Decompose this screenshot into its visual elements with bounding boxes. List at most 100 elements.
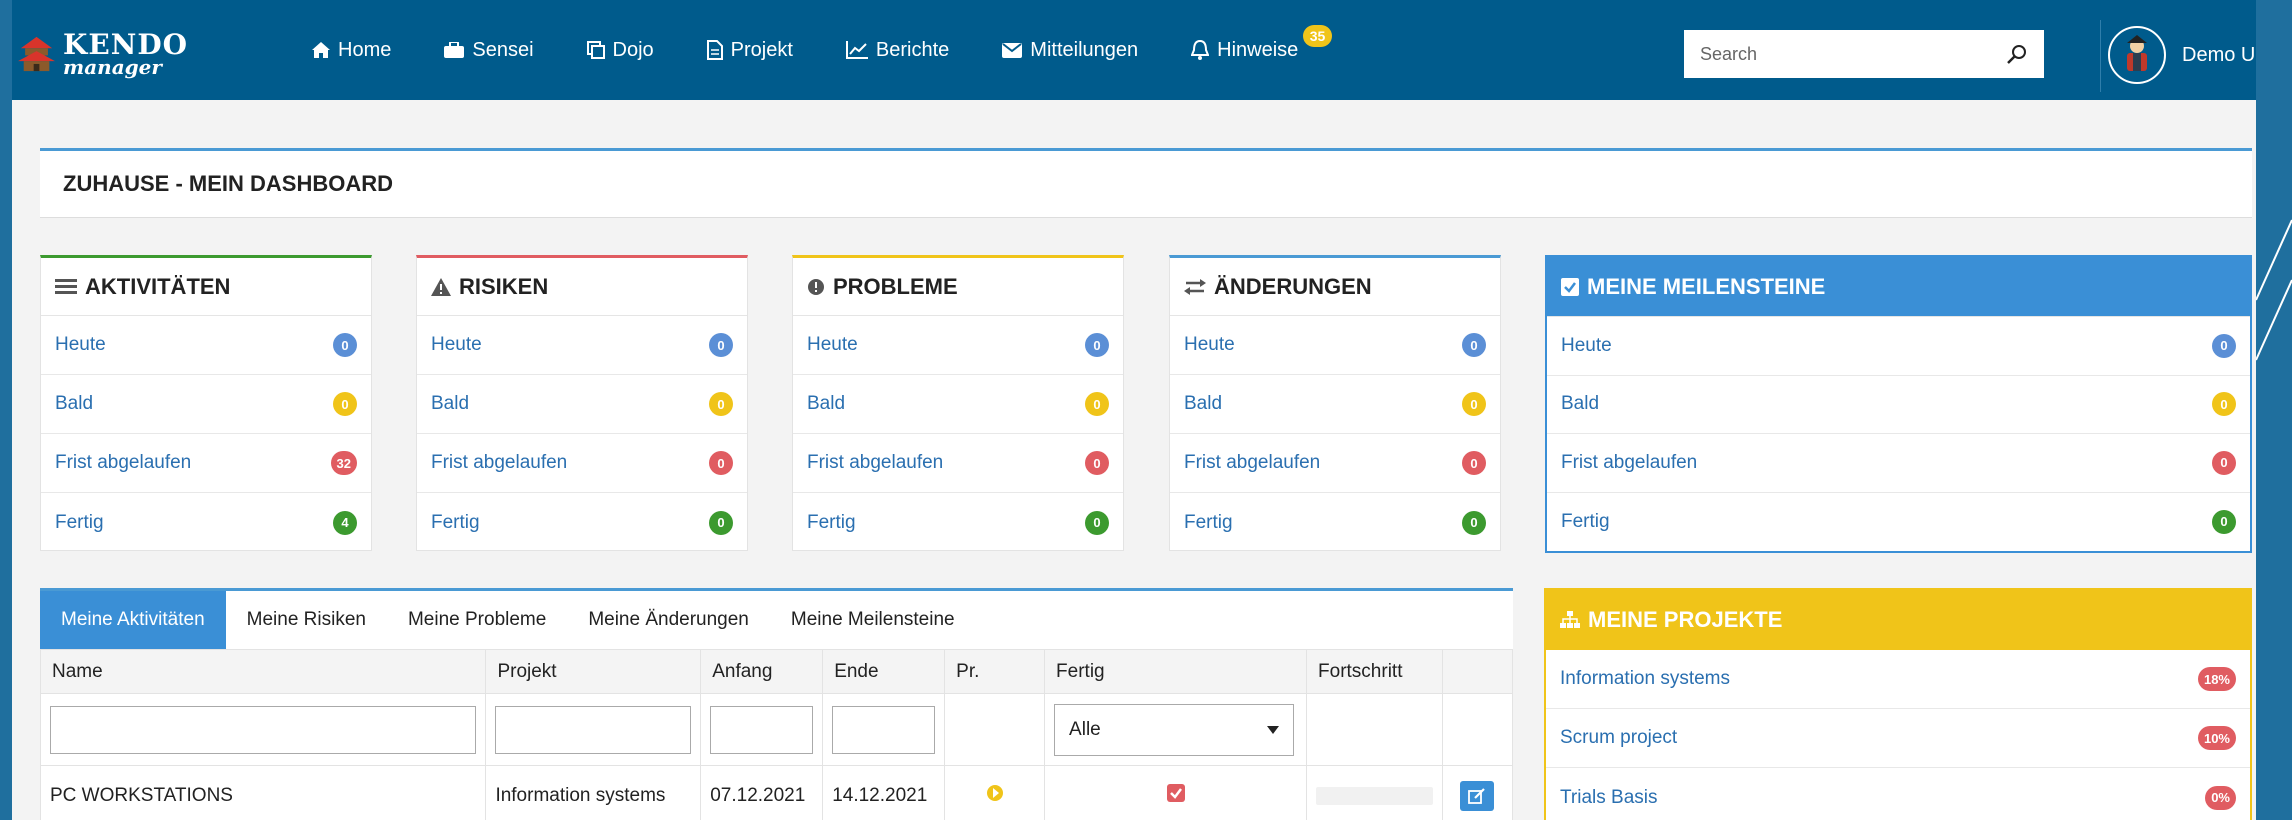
nav-dojo[interactable]: Dojo	[586, 39, 654, 62]
search-input[interactable]	[1684, 43, 1984, 65]
count-badge: 0	[333, 392, 357, 416]
panel-row-fertig[interactable]: Fertig 0	[793, 493, 1123, 552]
panel-header: ÄNDERUNGEN	[1170, 258, 1500, 316]
line-chart-icon	[845, 41, 868, 59]
pagoda-icon	[18, 36, 56, 72]
column-header-fertig[interactable]: Fertig	[1044, 649, 1308, 694]
fertig-filter-select[interactable]: Alle	[1054, 703, 1295, 756]
sitemap-icon	[1560, 611, 1580, 628]
document-icon	[706, 40, 723, 60]
panel-meine-meilensteine: MEINE MEILENSTEINE Heute 0 Bald 0 Frist ab…	[1545, 255, 2252, 553]
row-label: Bald	[55, 393, 94, 414]
project-row[interactable]: Information systems 18%	[1546, 650, 2250, 709]
nav-projekt[interactable]: Projekt	[706, 39, 793, 62]
panel-row-heute[interactable]: Heute 0	[417, 316, 747, 375]
panel-row-heute[interactable]: Heute 0	[1170, 316, 1500, 375]
column-header-name[interactable]: Name	[39, 649, 487, 694]
navbar-divider	[2100, 20, 2101, 92]
edit-button[interactable]	[1460, 780, 1495, 811]
row-label: Heute	[1184, 334, 1235, 355]
tab-meine-aktivitaeten[interactable]: Meine Aktivitäten	[40, 591, 226, 649]
panel-row-fertig[interactable]: Fertig 4	[41, 493, 371, 552]
panel-row-bald[interactable]: Bald 0	[1547, 376, 2250, 434]
envelope-icon	[1002, 42, 1023, 58]
panel-row-frist-abgelaufen[interactable]: Frist abgelaufen 0	[1547, 434, 2250, 493]
tab-meine-probleme[interactable]: Meine Probleme	[387, 591, 567, 649]
nav-hinweise[interactable]: Hinweise 35	[1191, 24, 1333, 62]
row-label: Frist abgelaufen	[1561, 451, 1698, 473]
panel-row-frist-abgelaufen[interactable]: Frist abgelaufen 32	[41, 434, 371, 493]
panel-row-fertig[interactable]: Fertig 0	[1547, 493, 2250, 552]
percent-badge: 18%	[2197, 667, 2236, 691]
cell-ende: 14.12.2021	[822, 765, 946, 820]
column-header-fortschritt[interactable]: Fortschritt	[1306, 649, 1443, 694]
kendo-logo[interactable]: KENDO manager	[18, 24, 188, 84]
checked-checkbox-icon[interactable]	[1166, 783, 1185, 802]
ende-filter-input[interactable]	[832, 705, 936, 754]
search-icon[interactable]	[2006, 43, 2028, 65]
panel-row-bald[interactable]: Bald 0	[417, 375, 747, 434]
nav-berichte[interactable]: Berichte	[845, 39, 949, 62]
nav-mitteilungen-label: Mitteilungen	[1030, 38, 1139, 61]
tab-meine-risiken[interactable]: Meine Risiken	[226, 591, 387, 649]
panel-title: ÄNDERUNGEN	[1214, 273, 1372, 299]
tab-meine-meilensteine[interactable]: Meine Meilensteine	[770, 591, 976, 649]
count-badge: 0	[1462, 510, 1486, 535]
anfang-filter-input[interactable]	[710, 705, 814, 754]
list-icon	[55, 278, 77, 294]
table-row[interactable]: PC WORKSTATIONS Information systems 07.1…	[39, 765, 1514, 820]
panel-row-bald[interactable]: Bald 0	[793, 375, 1123, 434]
panel-row-fertig[interactable]: Fertig 0	[1170, 493, 1500, 552]
row-label: Bald	[1184, 393, 1223, 414]
project-name: Trials Basis	[1560, 786, 1658, 808]
count-badge: 0	[2212, 450, 2236, 475]
column-header-anfang[interactable]: Anfang	[700, 649, 824, 694]
column-header-ende[interactable]: Ende	[822, 649, 946, 694]
panel-row-bald[interactable]: Bald 0	[41, 375, 371, 434]
count-badge: 0	[1085, 392, 1109, 416]
briefcase-icon	[444, 42, 465, 58]
search-box	[1684, 30, 2044, 78]
row-label: Frist abgelaufen	[1184, 452, 1321, 473]
panel-row-fertig[interactable]: Fertig 0	[417, 493, 747, 552]
count-badge: 32	[330, 451, 357, 475]
panel-row-frist-abgelaufen[interactable]: Frist abgelaufen 0	[793, 434, 1123, 493]
row-label: Heute	[807, 334, 858, 355]
percent-badge: 10%	[2197, 726, 2236, 750]
column-header-priority[interactable]: Pr.	[944, 649, 1046, 694]
count-badge: 0	[2212, 509, 2236, 534]
count-badge: 0	[2212, 333, 2236, 358]
project-row[interactable]: Scrum project 10%	[1546, 709, 2250, 768]
panel-row-heute[interactable]: Heute 0	[41, 316, 371, 375]
user-menu[interactable]: Demo User	[2108, 26, 2256, 84]
panel-row-frist-abgelaufen[interactable]: Frist abgelaufen 0	[417, 434, 747, 493]
panel-row-heute[interactable]: Heute 0	[793, 316, 1123, 375]
name-filter-input[interactable]	[50, 705, 477, 754]
avatar[interactable]	[2108, 26, 2166, 84]
tab-meine-aenderungen[interactable]: Meine Änderungen	[567, 591, 770, 649]
row-label: Heute	[55, 334, 106, 355]
nav-home[interactable]: Home	[312, 39, 391, 62]
panel-header: MEINE MEILENSTEINE	[1547, 257, 2250, 317]
notification-count-badge: 35	[1302, 24, 1333, 47]
panel-title: MEINE MEILENSTEINE	[1587, 273, 1826, 299]
row-label: Fertig	[431, 511, 480, 533]
row-label: Heute	[1561, 334, 1612, 356]
count-badge: 0	[1085, 510, 1109, 535]
panel-header: MEINE PROJEKTE	[1546, 590, 2250, 650]
panel-row-bald[interactable]: Bald 0	[1170, 375, 1500, 434]
samurai-avatar-icon	[2127, 35, 2147, 71]
panel-row-heute[interactable]: Heute 0	[1547, 317, 2250, 376]
project-row[interactable]: Trials Basis 0%	[1546, 768, 2250, 820]
projekt-filter-input[interactable]	[495, 705, 692, 754]
nav-mitteilungen[interactable]: Mitteilungen	[1002, 39, 1138, 62]
column-header-projekt[interactable]: Projekt	[485, 649, 702, 694]
panel-row-frist-abgelaufen[interactable]: Frist abgelaufen 0	[1170, 434, 1500, 493]
panel-header: RISIKEN	[417, 258, 747, 316]
row-label: Bald	[1561, 393, 1600, 415]
cell-projekt: Information systems	[485, 765, 702, 820]
count-badge: 4	[333, 510, 357, 535]
exclamation-circle-icon	[808, 278, 824, 295]
decorative-frame	[2256, 0, 2292, 820]
nav-sensei[interactable]: Sensei	[444, 39, 534, 62]
